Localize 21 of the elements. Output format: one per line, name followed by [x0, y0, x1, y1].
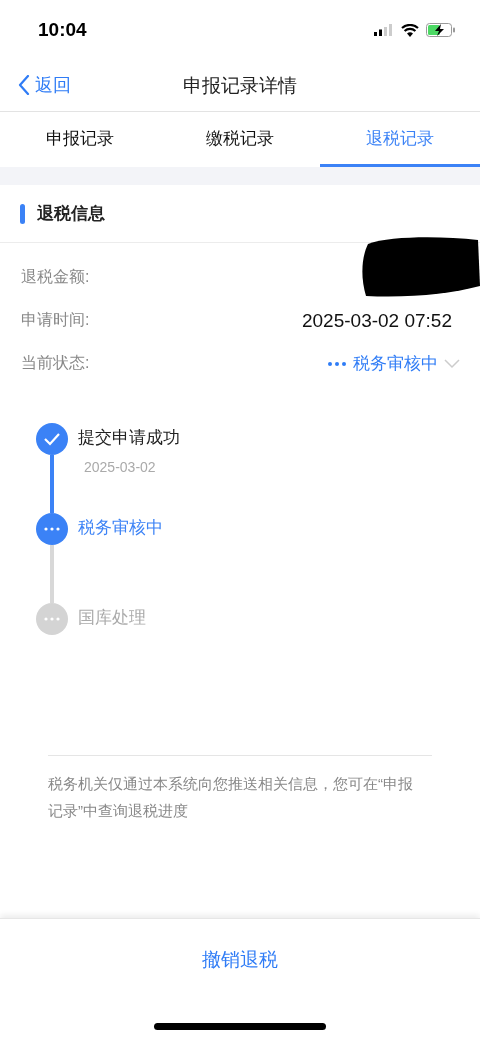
section-title: 退税信息	[37, 203, 105, 225]
clock-time: 10:04	[38, 19, 87, 41]
info-note: 税务机关仅通过本系统向您推送相关信息，您可在“申报记录”中查询退税进度	[48, 774, 414, 821]
step-date: 2025-03-02	[84, 459, 157, 475]
field-value: 2025-03-02 07:52	[302, 309, 452, 332]
field-label: 当前状态:	[21, 353, 90, 373]
signal-icon	[374, 24, 394, 36]
wifi-icon	[401, 23, 419, 37]
back-button[interactable]: 返回	[18, 73, 71, 97]
field-label: 退税金额:	[21, 267, 90, 287]
status-dropdown[interactable]: 税务审核中	[327, 352, 460, 375]
step-title: 税务审核中	[78, 517, 163, 539]
more-dots-icon	[327, 360, 347, 367]
step-title: 国库处理	[78, 607, 146, 629]
cancel-refund-button[interactable]: 撤销退税	[194, 943, 286, 977]
field-label: 申请时间:	[21, 310, 90, 330]
step-title: 提交申请成功	[78, 427, 180, 449]
section-marker	[20, 203, 25, 224]
back-chevron-icon	[18, 75, 30, 95]
battery-charging-icon	[426, 23, 456, 37]
page-title: 申报记录详情	[183, 73, 297, 98]
